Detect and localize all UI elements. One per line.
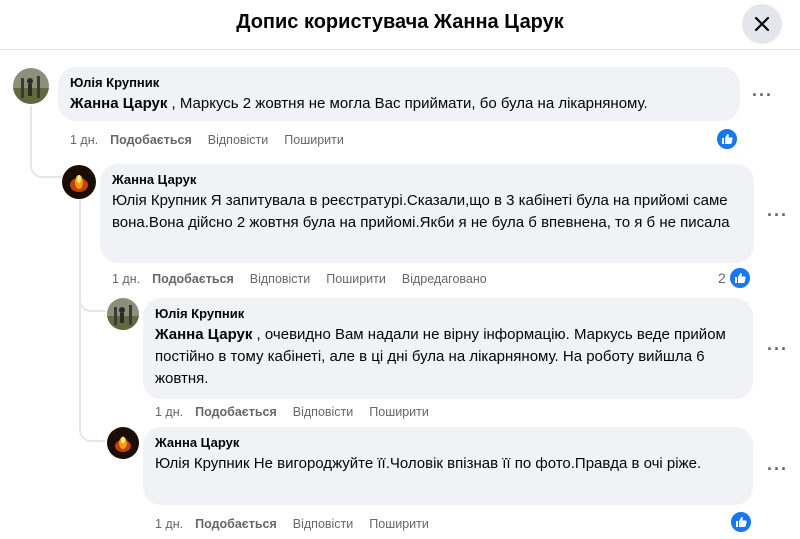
like-icon: [735, 273, 746, 283]
like-button[interactable]: Подобається: [195, 517, 277, 531]
comment-author[interactable]: Юлія Крупник: [70, 75, 728, 91]
reaction-count[interactable]: 2: [718, 270, 726, 286]
thread-connector: [30, 150, 62, 178]
share-button[interactable]: Поширити: [369, 517, 429, 531]
comment-bubble: Жанна Царук Юлія Крупник Я запитувала в …: [100, 164, 754, 263]
comment-bubble: Юлія Крупник Жанна Царук , очевидно Вам …: [143, 298, 753, 399]
comment-actions: 1 дн. Подобається Відповісти Поширити: [155, 404, 445, 420]
comment-author[interactable]: Юлія Крупник: [155, 306, 741, 322]
comment-actions: 1 дн. Подобається Відповісти Поширити Відред…: [112, 271, 503, 287]
avatar[interactable]: [62, 165, 96, 199]
reply-button[interactable]: Відповісти: [293, 405, 354, 419]
avatar[interactable]: [13, 68, 49, 104]
comment-time[interactable]: 1 дн.: [155, 517, 183, 531]
avatar[interactable]: [107, 298, 139, 330]
comment-actions: 1 дн. Подобається Відповісти Поширити: [155, 516, 445, 532]
reply-button[interactable]: Відповісти: [293, 517, 354, 531]
comment-time[interactable]: 1 дн.: [155, 405, 183, 419]
comment-author[interactable]: Жанна Царук: [112, 172, 742, 188]
comment-text: Жанна Царук , Маркусь 2 жовтня не могла …: [70, 95, 648, 112]
more-options-icon[interactable]: ···: [752, 86, 773, 104]
comment-time[interactable]: 1 дн.: [70, 133, 98, 147]
comment-text: Юлія Крупник Не вигороджуйте її.Чоловік …: [155, 455, 702, 472]
comment-time[interactable]: 1 дн.: [112, 272, 140, 286]
reply-button[interactable]: Відповісти: [250, 272, 311, 286]
comment-bubble: Жанна Царук Юлія Крупник Не вигороджуйте…: [143, 427, 753, 505]
edited-label[interactable]: Відредаговано: [402, 272, 487, 286]
thread-connector: [79, 300, 105, 442]
dialog-header: Допис користувача Жанна Царук: [0, 0, 800, 50]
like-button[interactable]: Подобається: [152, 272, 234, 286]
mention-link[interactable]: Жанна Царук: [70, 95, 167, 112]
comment-text: Жанна Царук , очевидно Вам надали не вір…: [155, 326, 726, 387]
like-button[interactable]: Подобається: [195, 405, 277, 419]
like-button[interactable]: Подобається: [110, 133, 192, 147]
close-icon: [754, 16, 770, 32]
avatar[interactable]: [107, 427, 139, 459]
close-button[interactable]: [742, 4, 782, 44]
comment-bubble: Юлія Крупник Жанна Царук , Маркусь 2 жов…: [58, 67, 740, 121]
dialog-title: Допис користувача Жанна Царук: [236, 11, 564, 33]
share-button[interactable]: Поширити: [284, 133, 344, 147]
comment-author[interactable]: Жанна Царук: [155, 435, 741, 451]
comment-actions: 1 дн. Подобається Відповісти Поширити: [70, 132, 360, 148]
like-reaction-badge[interactable]: [715, 127, 739, 151]
thread-line: [79, 198, 81, 296]
like-icon: [722, 134, 733, 144]
more-options-icon[interactable]: ···: [767, 460, 788, 478]
share-button[interactable]: Поширити: [369, 405, 429, 419]
share-button[interactable]: Поширити: [326, 272, 386, 286]
comment-text: Юлія Крупник Я запитувала в реєстратурі.…: [112, 192, 730, 231]
mention-link[interactable]: Жанна Царук: [155, 326, 252, 343]
reply-button[interactable]: Відповісти: [208, 133, 269, 147]
more-options-icon[interactable]: ···: [767, 206, 788, 224]
more-options-icon[interactable]: ···: [767, 340, 788, 358]
like-reaction-badge[interactable]: [729, 510, 753, 534]
like-reaction-badge[interactable]: [728, 266, 752, 290]
like-icon: [736, 517, 747, 527]
